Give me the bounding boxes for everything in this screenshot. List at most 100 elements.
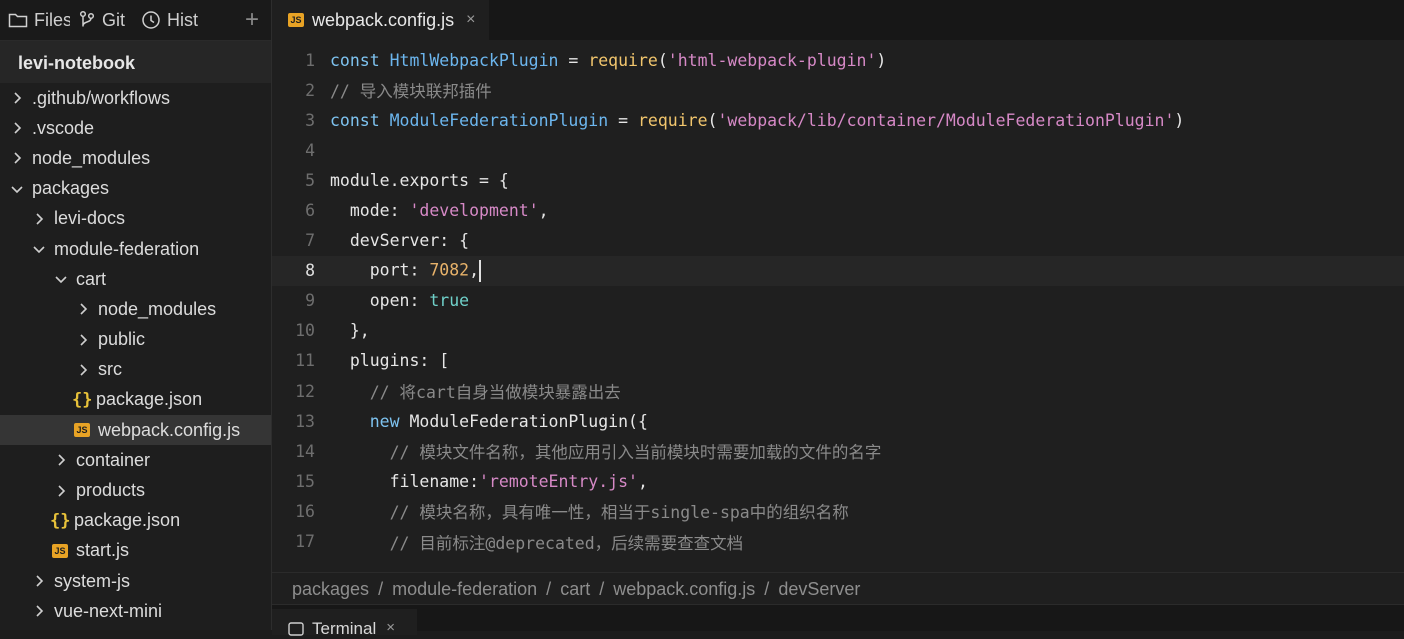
code-line[interactable]: 3 const ModuleFederationPlugin = require(… xyxy=(272,105,1404,135)
code-line[interactable]: 15 filename:'remoteEntry.js', xyxy=(272,466,1404,496)
code-token: ) xyxy=(1174,110,1185,130)
code-line[interactable]: 11 plugins: [ xyxy=(272,346,1404,376)
line-number: 1 xyxy=(305,50,315,70)
code-line[interactable]: 2 // 导入模块联邦插件 xyxy=(272,75,1404,105)
chevron-right-icon xyxy=(58,454,66,466)
code-token: 'webpack/lib/container/ModuleFederationP… xyxy=(717,110,1175,130)
tree-file[interactable]: JS start.js xyxy=(0,536,271,566)
code-text: port: 7082, xyxy=(330,259,481,282)
file-tree: .github/workflows .vscode node_modules pack… xyxy=(0,83,271,626)
tree-file[interactable]: {} package.json xyxy=(0,385,271,415)
tree-folder[interactable]: system-js xyxy=(0,566,271,596)
code-token: true xyxy=(429,291,470,311)
breadcrumb-item[interactable]: module-federation xyxy=(392,579,537,600)
chevron-down-icon xyxy=(11,186,23,193)
tab-git[interactable]: Git xyxy=(70,0,133,40)
tree-item-label: cart xyxy=(76,268,107,289)
tree-item-label: vue-next-mini xyxy=(54,600,163,621)
tree-folder[interactable]: public xyxy=(0,325,271,355)
code-line[interactable]: 13 new ModuleFederationPlugin({ xyxy=(272,406,1404,436)
tree-folder[interactable]: levi-docs xyxy=(0,204,271,234)
tree-item-label: package.json xyxy=(74,510,181,531)
tree-folder[interactable]: node_modules xyxy=(0,294,271,324)
code-line[interactable]: 4 xyxy=(272,135,1404,165)
breadcrumb-item[interactable]: packages xyxy=(292,579,369,600)
code-line[interactable]: 5 module.exports = { xyxy=(272,165,1404,195)
close-terminal-icon[interactable]: × xyxy=(386,619,395,636)
code-area[interactable]: 1 const HtmlWebpackPlugin = require('html… xyxy=(272,45,1404,570)
tree-folder[interactable]: src xyxy=(0,355,271,385)
code-token: // 将cart自身当做模块暴露出去 xyxy=(330,383,621,403)
breadcrumb-separator: / xyxy=(546,578,552,599)
tab-history[interactable]: Hist xyxy=(133,0,201,40)
clock-icon xyxy=(142,11,160,29)
code-token: ( xyxy=(707,110,718,130)
line-number: 6 xyxy=(305,201,315,221)
code-line[interactable]: 6 mode: 'development', xyxy=(272,195,1404,225)
code-line[interactable]: 14 // 模块文件名称，其他应用引入当前模块时需要加载的文件的名字 xyxy=(272,436,1404,466)
code-token: , xyxy=(469,260,480,280)
tree-folder[interactable]: .github/workflows xyxy=(0,83,271,113)
tab-git-label: Git xyxy=(102,9,126,30)
code-text: const HtmlWebpackPlugin = require('html-… xyxy=(330,51,886,70)
tree-item-label: container xyxy=(76,449,151,470)
code-line[interactable]: 10 }, xyxy=(272,316,1404,346)
code-line[interactable]: 8 port: 7082, xyxy=(272,255,1404,286)
tree-folder[interactable]: container xyxy=(0,445,271,475)
terminal-tab-label: Terminal xyxy=(312,619,377,638)
code-text: devServer: { xyxy=(330,231,469,250)
line-number: 15 xyxy=(295,471,315,491)
tree-file[interactable]: JS webpack.config.js xyxy=(0,415,271,446)
code-token: , xyxy=(637,471,648,491)
code-line[interactable]: 16 // 模块名称，具有唯一性，相当于single-spa中的组织名称 xyxy=(272,496,1404,526)
code-token: }, xyxy=(330,321,370,341)
code-token: filename: xyxy=(330,471,480,491)
chevron-right-icon xyxy=(36,605,44,617)
tree-item-label: public xyxy=(98,329,146,350)
text-cursor xyxy=(479,259,481,282)
tab-files-label: Files xyxy=(34,9,70,30)
tree-folder[interactable]: module-federation xyxy=(0,234,271,264)
tree-folder[interactable]: products xyxy=(0,475,271,505)
code-line[interactable]: 12 // 将cart自身当做模块暴露出去 xyxy=(272,376,1404,406)
breadcrumb-separator: / xyxy=(764,578,770,599)
editor-tab-webpack-config[interactable]: JS webpack.config.js × xyxy=(272,0,490,40)
chevron-right-icon xyxy=(14,92,22,104)
code-text: // 目前标注@deprecated，后续需要查查文档 xyxy=(330,530,744,554)
code-line[interactable]: 17 // 目前标注@deprecated，后续需要查查文档 xyxy=(272,527,1404,557)
tree-item-label: webpack.config.js xyxy=(98,419,241,440)
tree-item-label: node_modules xyxy=(98,298,217,319)
tree-folder[interactable]: vue-next-mini xyxy=(0,596,271,626)
breadcrumb-item[interactable]: webpack.config.js xyxy=(613,579,755,600)
add-tab-button[interactable]: + xyxy=(245,0,259,40)
breadcrumb-item[interactable]: cart xyxy=(560,579,590,600)
code-line[interactable]: 1 const HtmlWebpackPlugin = require('html… xyxy=(272,45,1404,75)
code-text: filename:'remoteEntry.js', xyxy=(330,472,648,491)
js-file-icon: JS xyxy=(288,13,304,27)
breadcrumb-item[interactable]: devServer xyxy=(778,579,860,600)
tab-terminal[interactable]: Terminal × xyxy=(272,609,417,638)
code-line[interactable]: 9 open: true xyxy=(272,286,1404,316)
editor-tab-label: webpack.config.js xyxy=(312,9,455,30)
close-tab-icon[interactable]: × xyxy=(466,11,475,29)
tree-folder[interactable]: .vscode xyxy=(0,113,271,143)
tree-folder[interactable]: node_modules xyxy=(0,143,271,173)
line-number: 12 xyxy=(295,381,315,401)
code-token: require xyxy=(637,110,708,130)
code-token: ) xyxy=(876,50,887,70)
line-number: 16 xyxy=(295,501,315,521)
tree-folder[interactable]: packages xyxy=(0,174,271,204)
tree-item-label: packages xyxy=(32,178,110,199)
chevron-right-icon xyxy=(14,122,22,134)
line-number: 7 xyxy=(305,231,315,251)
breadcrumb-separator: / xyxy=(599,578,605,599)
tree-file[interactable]: {} package.json xyxy=(0,506,271,536)
tab-files[interactable]: Files xyxy=(0,0,70,40)
code-line[interactable]: 7 devServer: { xyxy=(272,226,1404,256)
code-token: = xyxy=(558,50,589,70)
code-text: // 将cart自身当做模块暴露出去 xyxy=(330,379,621,403)
code-text: const ModuleFederationPlugin = require('… xyxy=(330,111,1184,130)
line-number: 9 xyxy=(305,291,315,311)
tree-item-label: start.js xyxy=(76,540,130,561)
tree-folder[interactable]: cart xyxy=(0,264,271,294)
